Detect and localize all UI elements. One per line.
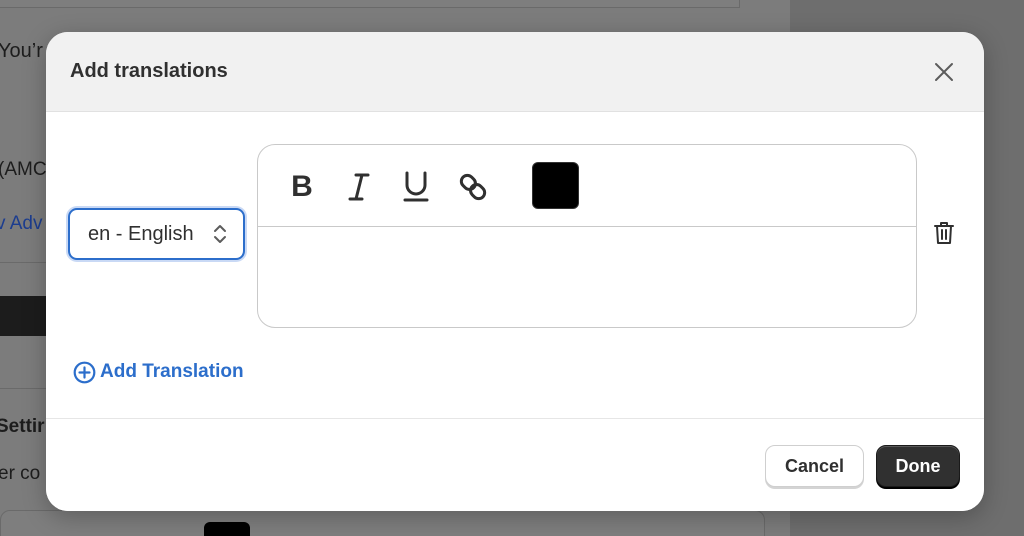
editor-content-area[interactable] bbox=[258, 227, 916, 327]
trash-icon bbox=[934, 222, 954, 244]
select-chevron-icon bbox=[214, 225, 226, 243]
text-color-swatch[interactable] bbox=[532, 162, 579, 209]
editor-toolbar: B bbox=[258, 145, 916, 227]
done-button[interactable]: Done bbox=[876, 445, 960, 487]
italic-icon bbox=[348, 173, 370, 201]
bold-icon: B bbox=[291, 170, 313, 203]
background-text: You’r bbox=[0, 40, 43, 62]
underline-button[interactable] bbox=[396, 167, 436, 207]
language-select-value: en - English bbox=[88, 222, 194, 245]
rich-text-editor: B bbox=[257, 144, 917, 328]
background-heading: Settir bbox=[0, 416, 45, 437]
delete-translation-button[interactable] bbox=[931, 219, 957, 247]
background-card bbox=[0, 510, 765, 536]
modal-footer: Cancel Done bbox=[46, 418, 984, 511]
add-translation-label: Add Translation bbox=[100, 361, 244, 382]
modal-title: Add translations bbox=[70, 60, 228, 82]
translations-modal: Add translations en - English B Add Tran… bbox=[46, 32, 984, 511]
background-card bbox=[0, 0, 740, 8]
add-translation-button[interactable]: Add Translation bbox=[73, 359, 244, 385]
background-color-swatch bbox=[204, 522, 250, 536]
close-icon bbox=[935, 63, 953, 81]
background-text: (AMC bbox=[0, 159, 47, 180]
close-button[interactable] bbox=[930, 58, 958, 86]
cancel-button[interactable]: Cancel bbox=[765, 445, 864, 487]
plus-circle-icon bbox=[73, 361, 96, 383]
language-select[interactable]: en - English bbox=[68, 208, 245, 260]
link-button[interactable] bbox=[453, 167, 493, 207]
italic-button[interactable] bbox=[339, 167, 379, 207]
bold-button[interactable]: B bbox=[282, 167, 322, 207]
background-strip bbox=[0, 296, 50, 336]
modal-header: Add translations bbox=[46, 32, 984, 112]
background-text: er co bbox=[0, 463, 41, 484]
underline-icon bbox=[403, 171, 429, 202]
background-link: v Adv bbox=[0, 213, 43, 234]
link-icon bbox=[459, 173, 487, 201]
